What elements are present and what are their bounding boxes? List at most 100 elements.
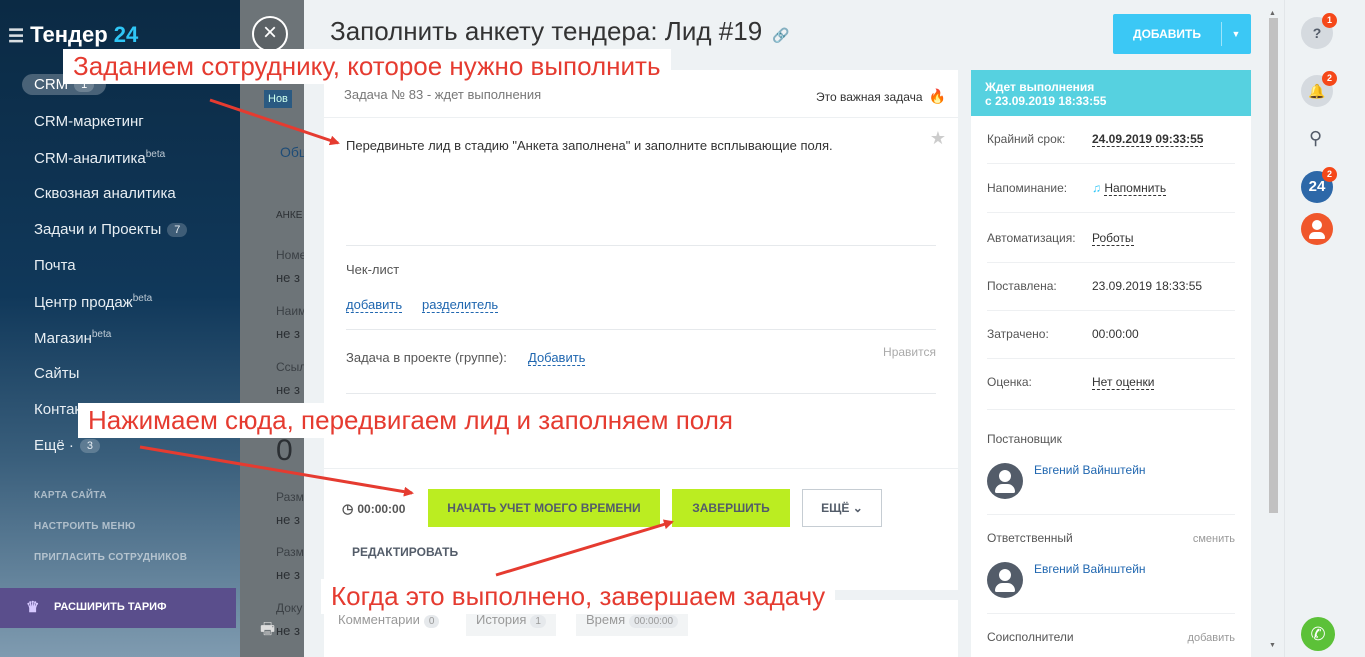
start-time-tracking-button[interactable]: НАЧАТЬ УЧЕТ МОЕГО ВРЕМЕНИ [428,489,660,527]
bg-fragment: Разм [276,490,304,504]
divider [987,262,1235,263]
configure-menu-link[interactable]: НАСТРОИТЬ МЕНЮ [34,521,136,532]
time-tracker: ◷ 00:00:00 [342,501,405,517]
created-row: Поставлена: 23.09.2019 18:33:55 [987,279,1235,293]
invite-employees-link[interactable]: ПРИГЛАСИТЬ СОТРУДНИКОВ [34,552,187,563]
creator-name[interactable]: Евгений Вайнштейн [1034,463,1146,477]
spent-value: 00:00:00 [1092,327,1139,341]
scrollbar-thumb[interactable] [1269,18,1278,513]
chat-badge: 2 [1322,167,1337,182]
annotation-task-description: Заданием сотруднику, которое нужно выпол… [63,49,671,84]
checklist-separator-link[interactable]: разделитель [422,297,499,313]
project-add-link[interactable]: Добавить [528,350,586,366]
avatar [987,562,1023,598]
creator-user[interactable]: Евгений Вайнштейн [987,463,1235,503]
status-since: с 23.09.2019 18:33:55 [985,94,1107,108]
sitemap-link[interactable]: КАРТА САЙТА [34,490,107,501]
sidebar-item-end-to-end-analytics[interactable]: Сквозная аналитика [34,185,176,202]
finish-task-button[interactable]: ЗАВЕРШИТЬ [672,489,790,527]
bitrix24-chat-button[interactable]: 24 2 [1301,167,1337,203]
divider [987,163,1235,164]
crown-icon: ♛ [26,599,40,616]
scroll-down-icon[interactable]: ▼ [1269,642,1276,649]
important-task-toggle[interactable]: Это важная задача 🔥 [816,88,946,105]
scroll-up-icon[interactable]: ▲ [1269,10,1276,17]
menu-icon[interactable]: ☰ [8,26,24,46]
sidebar-item-label: Центр продаж [34,294,133,311]
notifications-button[interactable]: 🔔 2 [1301,71,1337,107]
checklist-add-link[interactable]: добавить [346,297,403,313]
background-page-overlay: Нов Общ АНКЕ Номе не з Наим не з Ссыл не… [240,0,310,657]
sidebar-item-label: CRM-аналитика [34,150,146,167]
edit-task-button[interactable]: РЕДАКТИРОВАТЬ [352,545,458,559]
sidebar-item-more[interactable]: Ещё · 3 [34,437,100,454]
status-label: Ждет выполнения [985,80,1095,94]
bg-fragment: Номе [276,248,307,262]
responsible-user[interactable]: Евгений Вайнштейн [987,562,1235,602]
bg-fragment: Нов [264,90,292,108]
sidebar-item-crm-marketing[interactable]: CRM-маркетинг [34,113,144,130]
row-label: Напоминание: [987,181,1068,195]
add-button[interactable]: ДОБАВИТЬ ▼ [1113,14,1251,54]
sidebar-item-count: 7 [167,223,188,238]
rating-value[interactable]: Нет оценки [1092,375,1155,390]
chevron-down-icon[interactable]: ▼ [1221,14,1251,54]
star-icon[interactable]: ★ [930,128,946,149]
sidebar-item-mail[interactable]: Почта [34,257,76,274]
task-card: Задача № 83 - ждет выполнения Это важная… [324,70,958,590]
reminder-link[interactable]: ♫ Напомнить [1092,181,1167,196]
tariff-label: РАСШИРИТЬ ТАРИФ [54,601,167,613]
slider-scrollbar[interactable]: ▲ ▼ [1269,10,1278,650]
sidebar-item-sales-center[interactable]: Центр продажbeta [34,293,152,311]
sidebar-item-tasks[interactable]: Задачи и Проекты 7 [34,221,188,238]
task-title: Заполнить анкету тендера: Лид #19 🔗 [330,16,790,47]
task-description: Передвиньте лид в стадию "Анкета заполне… [346,138,833,153]
user-avatar-button[interactable] [1301,213,1333,245]
row-label: Крайний срок: [987,132,1066,146]
search-icon[interactable]: ⚲ [1309,128,1322,149]
tab-label: Комментарии [338,612,420,627]
divider [987,212,1235,213]
like-button[interactable]: Нравится [883,345,936,359]
phone-icon[interactable]: ✆ [1301,617,1335,651]
help-button[interactable]: ? 1 [1301,13,1337,49]
bell-icon: 🔔 [1308,83,1326,99]
annotation-start-tracking: Нажимаем сюда, передвигаем лид и заполня… [78,403,743,438]
fire-icon: 🔥 [928,88,946,104]
printer-icon[interactable]: 🖶 [260,618,275,645]
bg-fragment: Разм [276,545,304,559]
bg-fragment: Ссыл [276,360,307,374]
sidebar-item-shop[interactable]: Магазинbeta [34,329,111,347]
sidebar-item-crm-analytics[interactable]: CRM-аналитикаbeta [34,149,165,167]
bg-fragment: Наим [276,304,307,318]
bell-icon: ♫ [1092,181,1101,195]
link-icon[interactable]: 🔗 [772,27,789,43]
responsible-name[interactable]: Евгений Вайнштейн [1034,562,1146,576]
portal-logo[interactable]: ☰ Тендер 24 [8,22,138,48]
row-label: Оценка: [987,375,1032,389]
row-label: Автоматизация: [987,231,1076,245]
tab-count: 0 [423,615,440,628]
add-button-label: ДОБАВИТЬ [1133,27,1201,41]
sidebar-item-label: Ещё · [34,437,74,454]
add-coexecutor-link[interactable]: добавить [1188,632,1235,644]
close-slider-button[interactable]: × [252,16,288,52]
bg-fragment: не з [276,512,300,527]
divider [987,358,1235,359]
help-badge: 1 [1322,13,1337,28]
upgrade-tariff-button[interactable]: ♛ РАСШИРИТЬ ТАРИФ [0,588,236,628]
deadline-value[interactable]: 24.09.2019 09:33:55 [1092,132,1204,147]
change-responsible-link[interactable]: сменить [1193,533,1235,545]
robots-link[interactable]: Роботы [1092,231,1134,246]
question-icon: ? [1312,25,1322,41]
tab-label: История [476,612,527,627]
sidebar-item-label: CRM-маркетинг [34,113,144,130]
sidebar-item-label: Сайты [34,365,80,382]
tab-count: 00:00:00 [629,615,679,628]
sidebar-item-sites[interactable]: Сайты [34,365,79,382]
creator-title: Постановщик [987,432,1062,446]
more-button[interactable]: ЕЩЁ ⌄ [802,489,882,527]
sidebar-item-label: Сквозная аналитика [34,185,176,202]
left-sidebar: ☰ Тендер 24 CRM 1 CRM-маркетинг CRM-аналит… [0,0,240,657]
sidebar-item-label: Задачи и Проекты [34,221,162,238]
